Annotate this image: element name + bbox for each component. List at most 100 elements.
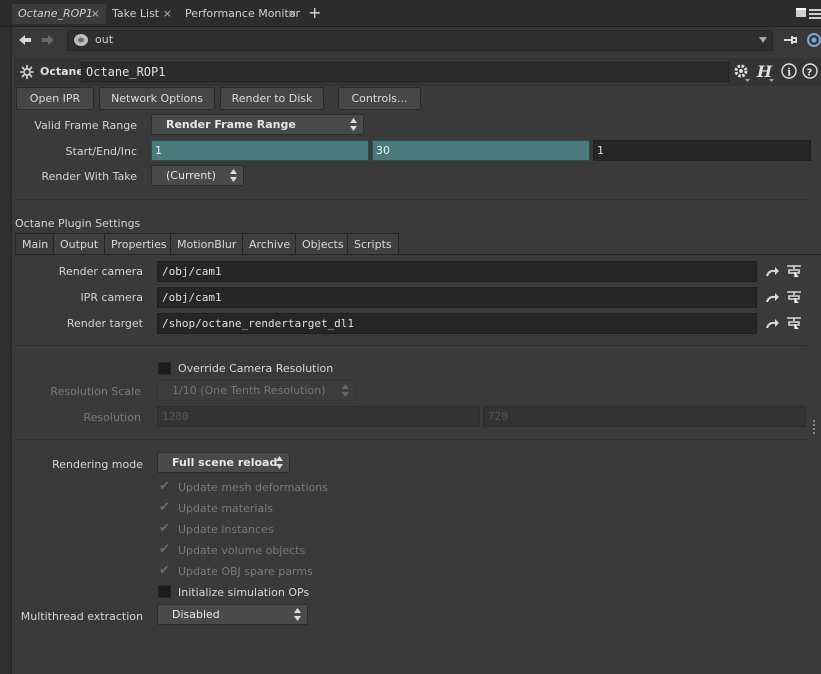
checkmark-icon[interactable]: ✔ [159,563,170,578]
update-instances-label: Update instances [178,523,274,536]
updown-arrows-icon [350,118,357,131]
menu-value: Full scene reload [172,456,278,469]
resolution-label: Resolution [83,411,141,424]
houdini-help-icon[interactable]: H [756,62,776,82]
octane-node-icon [20,65,34,79]
menu-value: (Current) [166,169,216,182]
menu-value: 1/10 (One Tenth Resolution) [172,384,326,397]
tab-main[interactable]: Main [15,233,56,255]
add-tab-icon[interactable]: + [308,4,321,22]
tab-octane-rop1[interactable]: Octane_ROP1 × [12,4,106,24]
pin-icon[interactable] [782,32,798,48]
menu-icon[interactable] [809,9,821,19]
operator-chooser-icon[interactable] [786,289,802,303]
valid-frame-range-menu[interactable]: Render Frame Range [151,114,364,135]
network-options-button[interactable]: Network Options [99,87,215,110]
checkmark-icon[interactable]: ✔ [159,542,170,557]
updown-arrows-icon [294,608,301,621]
override-camera-resolution-checkbox[interactable] [158,362,171,375]
network-path-field[interactable] [67,30,773,51]
tab-output[interactable]: Output [53,233,106,255]
end-frame-field[interactable]: 30 [372,140,590,161]
divider [15,199,807,200]
ipr-camera-field[interactable]: /obj/cam1 [157,287,757,308]
node-name-field[interactable]: Octane_ROP1 [81,62,729,82]
close-icon[interactable]: × [91,4,100,24]
jump-to-operator-icon[interactable] [764,317,780,331]
tab-performance-monitor[interactable]: Performance Monitor × [179,4,303,24]
svg-text:H: H [756,62,773,81]
tab-label: Performance Monitor [185,7,301,20]
resolution-x-field[interactable]: 1280 [157,406,480,427]
resolution-y-field[interactable]: 720 [483,406,806,427]
tab-archive[interactable]: Archive [242,233,298,255]
info-icon[interactable]: i [780,62,798,80]
resolution-scale-label: Resolution Scale [50,385,141,398]
checkmark-icon[interactable]: ✔ [159,500,170,515]
forward-arrow-icon[interactable] [40,33,56,47]
operator-chooser-icon[interactable] [786,263,802,277]
controls-button[interactable]: Controls... [338,87,421,110]
render-target-field[interactable]: /shop/octane_rendertarget_dl1 [157,313,757,334]
tab-label: Take List [112,7,160,20]
checkmark-icon[interactable]: ✔ [159,521,170,536]
update-materials-label: Update materials [178,502,273,515]
resize-grip-icon[interactable] [813,420,819,434]
menu-value: Render Frame Range [166,118,296,131]
valid-frame-range-label: Valid Frame Range [34,119,137,132]
initialize-simulation-ops-label: Initialize simulation OPs [178,586,310,599]
tab-scripts[interactable]: Scripts [347,233,399,255]
node-type-label: Octane [40,65,84,78]
menu-value: Disabled [172,608,220,621]
initialize-simulation-ops-checkbox[interactable] [158,585,171,598]
increment-field[interactable]: 1 [593,140,811,161]
update-obj-spare-parms-label: Update OBJ spare parms [178,565,313,578]
jump-to-operator-icon[interactable] [764,291,780,305]
render-target-label: Render target [66,317,143,330]
checkmark-icon[interactable]: ✔ [159,479,170,494]
rendering-mode-label: Rendering mode [52,458,143,471]
divider [15,345,807,346]
help-icon[interactable]: ? [801,62,819,80]
tab-label: Octane_ROP1 [18,7,93,20]
rendering-mode-menu[interactable]: Full scene reload [157,452,290,473]
gear-icon[interactable] [733,62,751,82]
chevron-down-icon[interactable] [758,36,768,44]
render-camera-field[interactable]: /obj/cam1 [157,261,757,282]
render-to-disk-button[interactable]: Render to Disk [220,87,324,110]
svg-text:?: ? [807,68,813,79]
render-camera-label: Render camera [58,265,143,278]
ipr-camera-label: IPR camera [80,291,143,304]
pane-tab-bar: Octane_ROP1 × Take List × Performance Mo… [0,0,821,27]
update-mesh-deformations-label: Update mesh deformations [178,481,328,494]
tab-take-list[interactable]: Take List × [106,4,178,24]
multithread-extraction-menu[interactable]: Disabled [157,604,308,625]
resolution-scale-menu[interactable]: 1/10 (One Tenth Resolution) [157,380,356,401]
updown-arrows-icon [342,384,349,397]
open-ipr-button[interactable]: Open IPR [16,87,94,110]
close-icon[interactable]: × [288,4,297,24]
network-output-icon [74,34,88,46]
link-icon[interactable] [805,31,821,49]
update-volume-objects-label: Update volume objects [178,544,306,557]
tab-properties[interactable]: Properties [104,233,174,255]
maximize-icon[interactable] [796,8,806,17]
updown-arrows-icon [276,456,283,469]
tab-motionblur[interactable]: MotionBlur [170,233,244,255]
section-title: Octane Plugin Settings [15,217,141,230]
override-camera-resolution-label: Override Camera Resolution [178,362,334,375]
back-arrow-icon[interactable] [17,33,33,47]
start-end-inc-label: Start/End/Inc [65,145,137,158]
tab-objects[interactable]: Objects [295,233,351,255]
jump-to-operator-icon[interactable] [764,265,780,279]
start-frame-field[interactable]: 1 [151,140,369,161]
divider [15,439,807,440]
render-with-take-menu[interactable]: (Current) [151,165,244,186]
multithread-extraction-label: Multithread extraction [20,610,143,623]
path-text: out [95,33,114,46]
render-with-take-label: Render With Take [41,170,137,183]
updown-arrows-icon [230,169,237,182]
close-icon[interactable]: × [163,4,172,24]
svg-text:i: i [787,68,791,79]
operator-chooser-icon[interactable] [786,315,802,329]
